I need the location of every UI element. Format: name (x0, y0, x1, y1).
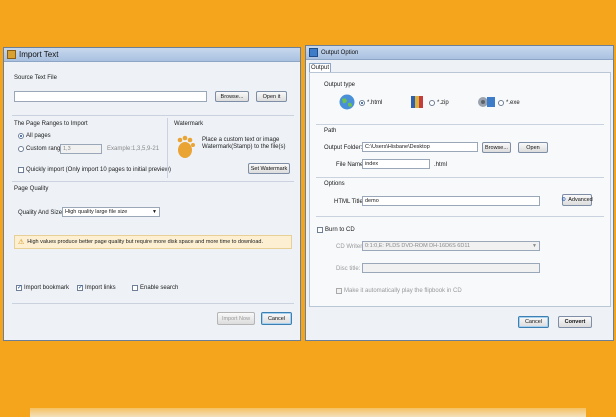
cd-writer-select[interactable]: 0:1:0,E: PLDS DVD-ROM DH-16D6S 6D11 ▼ (362, 241, 540, 251)
convert-button[interactable]: Convert (558, 316, 592, 328)
app-icon (309, 48, 318, 57)
zip-type-radio[interactable] (429, 100, 435, 106)
html-title-label: HTML Title: (334, 199, 365, 205)
html-type-radio[interactable] (359, 100, 365, 106)
quickly-import-checkbox[interactable] (18, 167, 24, 173)
options-label: Options (324, 181, 345, 187)
tab-output[interactable]: Output (309, 63, 331, 72)
enable-search-label: Enable search (140, 285, 179, 291)
autoplay-checkbox[interactable] (336, 288, 342, 294)
file-extension-text: .html (434, 162, 448, 168)
divider (316, 124, 604, 125)
quality-select[interactable]: High quality large file size ▼ (62, 207, 160, 217)
divider (12, 303, 294, 304)
quality-select-value: High quality large file size (65, 209, 128, 215)
html-globe-icon (339, 94, 355, 110)
output-option-dialog: Output Option Output Output type *.html … (305, 45, 614, 341)
source-file-label: Source Text File (14, 75, 57, 81)
cd-writer-value: 0:1:0,E: PLDS DVD-ROM DH-16D6S 6D11 (365, 243, 471, 249)
warning-icon: ⚠ (18, 239, 25, 246)
disc-title-input[interactable] (362, 263, 540, 273)
source-browse-button[interactable]: Browse... (215, 91, 249, 102)
exe-type-label: *.exe (506, 100, 520, 106)
import-now-button[interactable]: Import Now (217, 312, 255, 325)
import-links-label: Import links (85, 285, 116, 291)
import-text-dialog: Import Text Source Text File Browse... O… (3, 47, 301, 341)
advanced-icon: ⚙ (561, 197, 567, 203)
output-folder-label: Output Folder: (324, 145, 363, 151)
divider (316, 177, 604, 178)
divider (316, 216, 604, 217)
output-cancel-button[interactable]: Cancel (518, 316, 549, 328)
import-bookmark-label: Import bookmark (24, 285, 70, 291)
html-title-input[interactable]: demo (362, 196, 540, 206)
quality-warning-banner: ⚠ High values produce better page qualit… (14, 235, 292, 249)
warning-text: High values produce better page quality … (27, 239, 263, 245)
file-name-input[interactable]: index (362, 159, 430, 169)
autoplay-label: Make it automatically play the flipbook … (344, 288, 462, 294)
watermark-description: Place a custom text or image Watermark(S… (202, 137, 286, 150)
import-dialog-title: Import Text (19, 50, 59, 59)
divider (12, 115, 294, 116)
cd-writer-label: CD Writer: (336, 244, 364, 250)
source-file-input[interactable] (14, 91, 207, 102)
import-bookmark-checkbox[interactable]: ✓ (16, 285, 22, 291)
all-pages-label: All pages (26, 133, 51, 139)
file-name-label: File Name: (336, 162, 366, 168)
burn-cd-checkbox[interactable] (317, 227, 323, 233)
app-icon (7, 50, 16, 59)
open-it-button[interactable]: Open it (256, 91, 287, 102)
page-ranges-label: The Page Ranges to Import (14, 121, 88, 127)
set-watermark-button[interactable]: Set Watermark (248, 163, 290, 174)
html-type-label: *.html (367, 100, 383, 106)
bottom-decorative-strip (30, 408, 586, 417)
advanced-label: Advanced (568, 197, 593, 203)
quality-size-label: Quality And Size: (18, 210, 64, 216)
chevron-down-icon: ▼ (152, 209, 157, 215)
all-pages-radio[interactable] (18, 133, 24, 139)
section-divider (167, 118, 168, 178)
zip-type-label: *.zip (437, 100, 449, 106)
custom-range-radio[interactable] (18, 146, 24, 152)
path-label: Path (324, 128, 337, 134)
exe-application-icon (478, 97, 495, 107)
import-cancel-button[interactable]: Cancel (261, 312, 292, 325)
divider (12, 181, 294, 182)
watermark-stamp-icon (177, 135, 195, 158)
watermark-label: Watermark (174, 121, 204, 127)
output-dialog-title: Output Option (321, 49, 359, 56)
quickly-import-label: Quickly import (Only import 10 pages to … (26, 167, 172, 173)
output-open-button[interactable]: Open (518, 142, 548, 153)
custom-range-input[interactable]: 1,3 (60, 144, 102, 154)
output-folder-input[interactable]: C:\Users\Hisbane\Desktop (362, 142, 478, 152)
output-tab-panel: Output type *.html *.zip *.exe Path Outp… (309, 72, 611, 307)
output-browse-button[interactable]: Browse... (482, 142, 511, 153)
exe-type-radio[interactable] (498, 100, 504, 106)
output-type-label: Output type (324, 82, 356, 88)
disc-title-label: Disc title: (336, 266, 361, 272)
import-links-checkbox[interactable]: ✓ (77, 285, 83, 291)
range-example-text: Example:1,3,5,9-21 (107, 146, 160, 152)
burn-cd-label: Burn to CD (325, 227, 355, 233)
import-dialog-titlebar[interactable]: Import Text (4, 48, 300, 62)
enable-search-checkbox[interactable] (132, 285, 138, 291)
zip-archive-icon (411, 96, 423, 108)
page-quality-label: Page Quality (14, 186, 49, 192)
output-dialog-titlebar[interactable]: Output Option (306, 46, 613, 60)
chevron-down-icon: ▼ (532, 243, 537, 249)
advanced-button[interactable]: ⚙ Advanced (561, 194, 593, 206)
